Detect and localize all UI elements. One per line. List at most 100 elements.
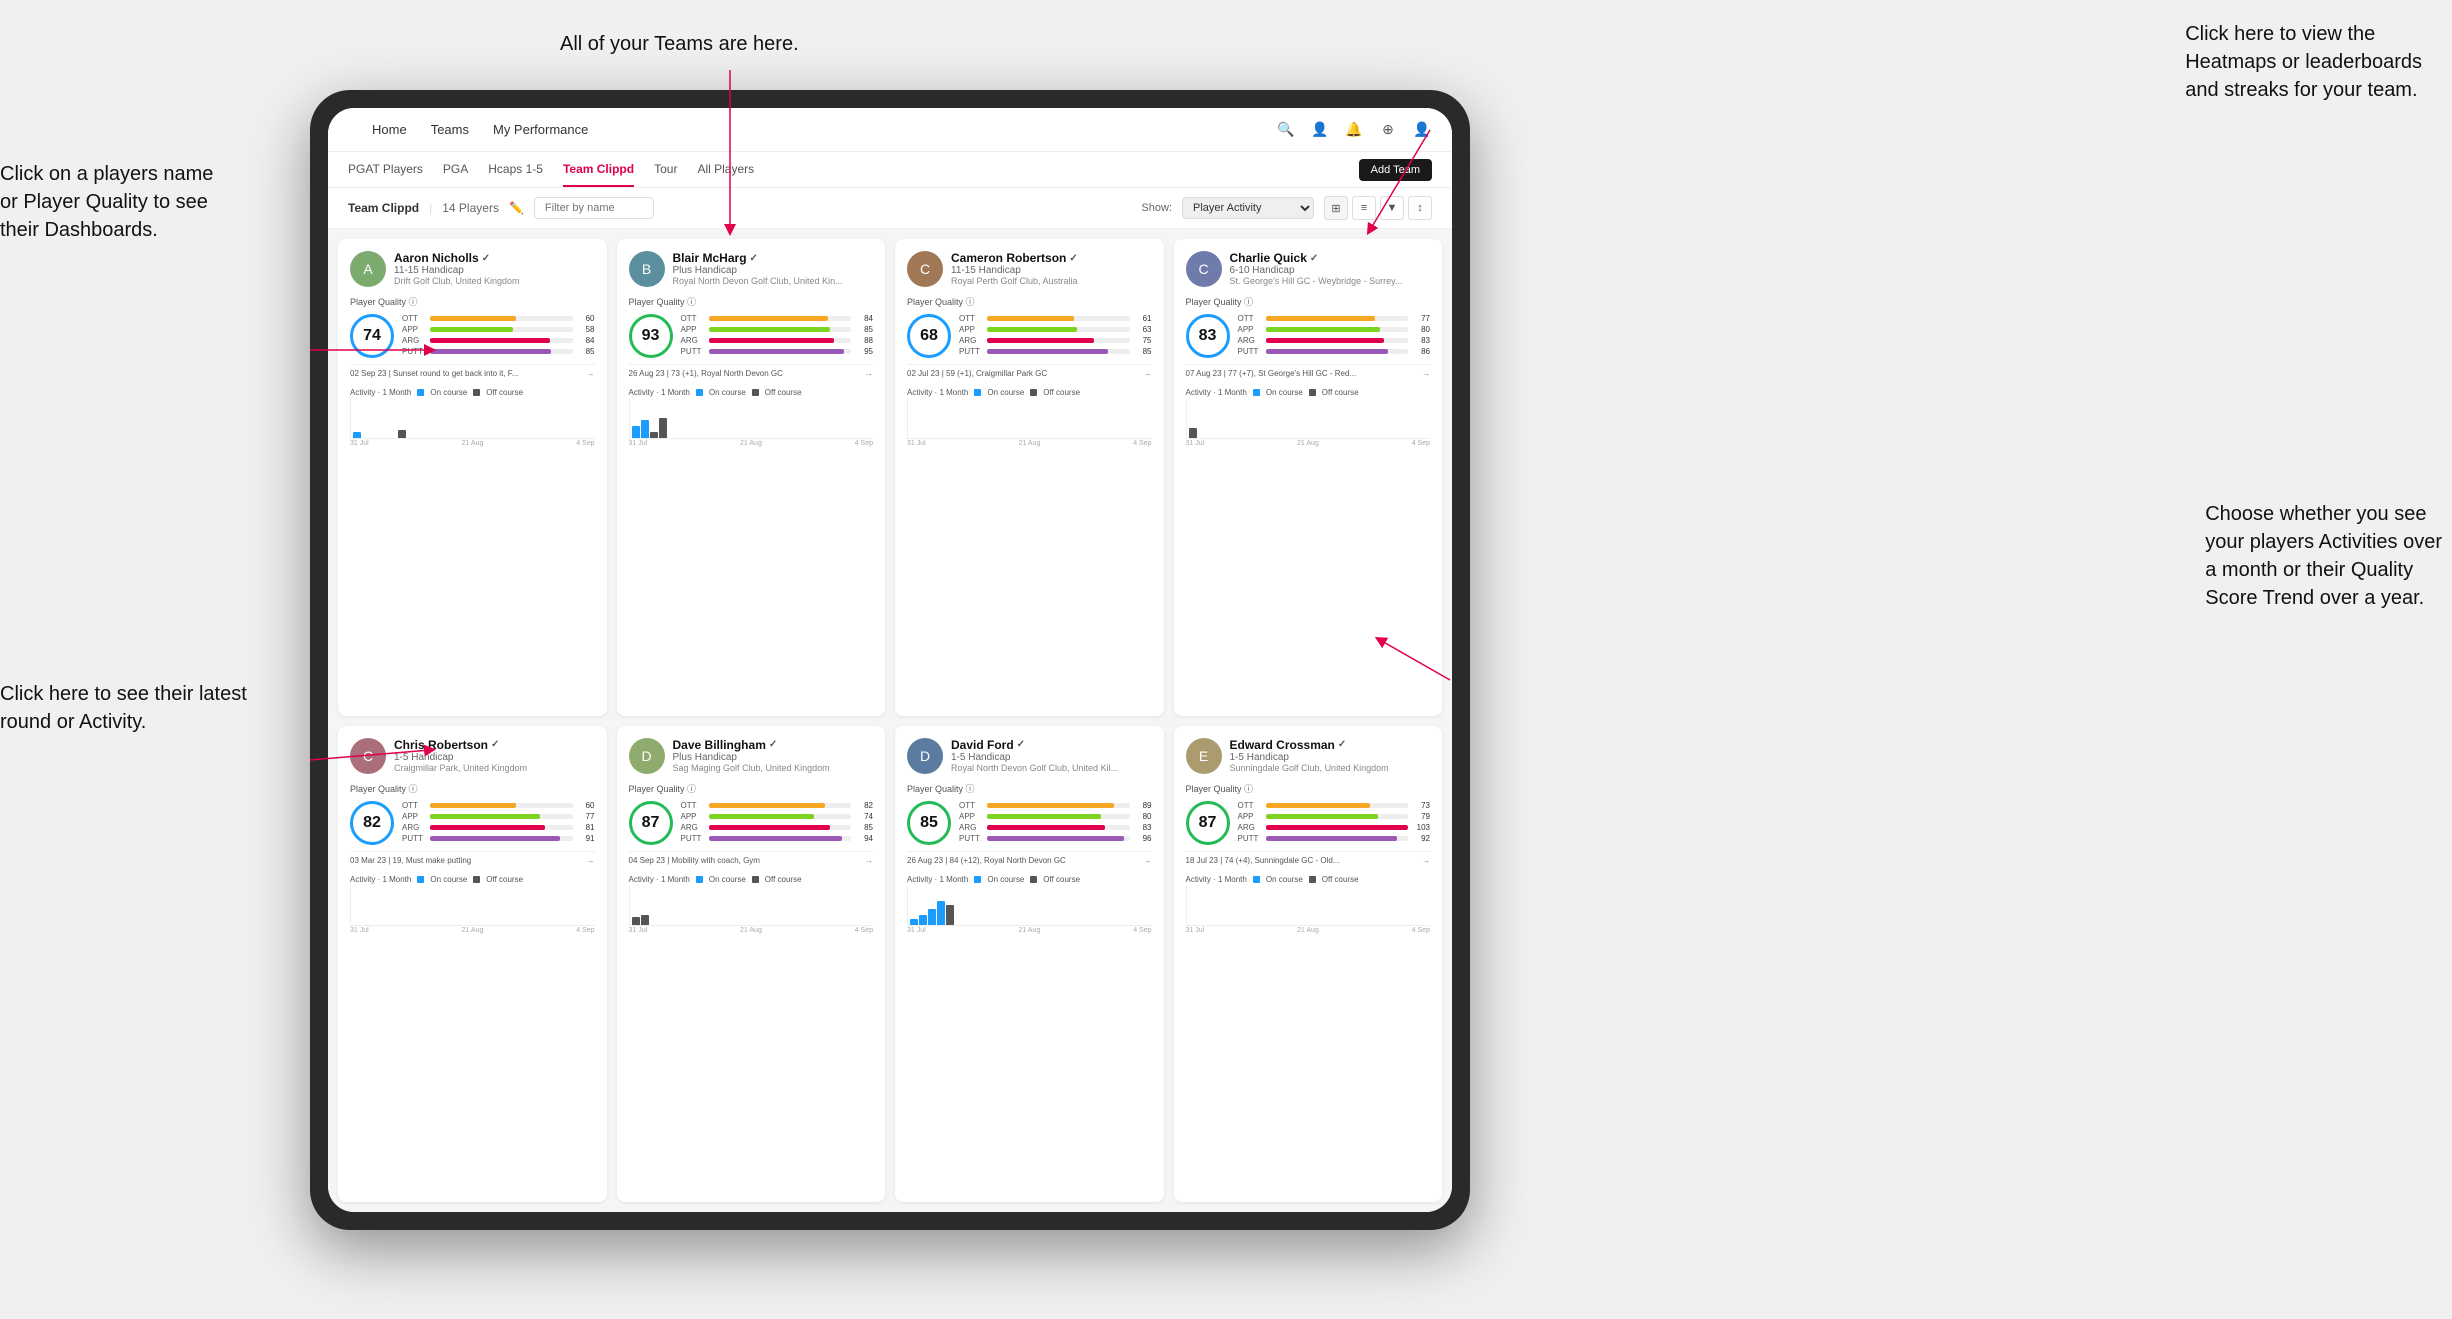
sub-tabs: PGAT Players PGA Hcaps 1-5 Team Clippd T… xyxy=(328,152,1452,188)
stats-list: OTT 60 APP 58 ARG 84 PUTT 85 xyxy=(402,314,595,358)
filter-input[interactable] xyxy=(534,197,654,219)
verified-icon: ✓ xyxy=(482,253,490,264)
latest-round[interactable]: 26 Aug 23 | 84 (+12), Royal North Devon … xyxy=(907,851,1152,865)
player-card[interactable]: C Charlie Quick ✓ 6-10 Handicap St. Geor… xyxy=(1174,239,1443,716)
stat-label: OTT xyxy=(959,314,983,323)
round-arrow-icon: → xyxy=(1144,856,1152,865)
stat-label: PUTT xyxy=(959,834,983,843)
search-icon[interactable]: 🔍 xyxy=(1276,120,1296,140)
notification-icon[interactable]: 🔔 xyxy=(1344,120,1364,140)
quality-circle[interactable]: 68 xyxy=(907,314,951,358)
player-card[interactable]: A Aaron Nicholls ✓ 11-15 Handicap Drift … xyxy=(338,239,607,716)
activity-section: Activity · 1 Month On course Off course … xyxy=(629,871,874,934)
stat-label: PUTT xyxy=(1238,834,1262,843)
quality-row: 87 OTT 73 APP 79 ARG 103 PUTT 92 xyxy=(1186,801,1431,845)
player-name[interactable]: David Ford ✓ xyxy=(951,738,1152,752)
stat-label: APP xyxy=(402,325,426,334)
on-course-text: On course xyxy=(709,388,746,397)
player-name[interactable]: Cameron Robertson ✓ xyxy=(951,251,1152,265)
filter-button[interactable]: ▼ xyxy=(1380,196,1404,220)
player-info: Charlie Quick ✓ 6-10 Handicap St. George… xyxy=(1230,251,1431,286)
show-select[interactable]: Player Activity Quality Score Trend xyxy=(1182,197,1314,219)
stat-value: 92 xyxy=(1412,834,1430,843)
latest-round[interactable]: 04 Sep 23 | Mobility with coach, Gym → xyxy=(629,851,874,865)
player-card[interactable]: C Chris Robertson ✓ 1-5 Handicap Craigmi… xyxy=(338,726,607,1203)
stat-value: 85 xyxy=(855,823,873,832)
activity-label: Activity · 1 Month xyxy=(629,875,690,884)
round-text: 26 Aug 23 | 84 (+12), Royal North Devon … xyxy=(907,856,1066,865)
tab-pga[interactable]: PGA xyxy=(443,152,468,187)
latest-round[interactable]: 02 Sep 23 | Sunset round to get back int… xyxy=(350,364,595,378)
annotation-heatmaps: Click here to view theHeatmaps or leader… xyxy=(2185,20,2422,104)
nav-teams[interactable]: Teams xyxy=(431,122,469,137)
stat-label: APP xyxy=(959,812,983,821)
player-card[interactable]: D Dave Billingham ✓ Plus Handicap Sag Ma… xyxy=(617,726,886,1203)
quality-circle[interactable]: 87 xyxy=(629,801,673,845)
latest-round[interactable]: 18 Jul 23 | 74 (+4), Sunningdale GC - Ol… xyxy=(1186,851,1431,865)
stat-label: OTT xyxy=(681,801,705,810)
player-name[interactable]: Aaron Nicholls ✓ xyxy=(394,251,595,265)
player-name[interactable]: Blair McHarg ✓ xyxy=(673,251,874,265)
quality-label: Player Quality ⓘ xyxy=(1186,782,1431,795)
quality-circle[interactable]: 85 xyxy=(907,801,951,845)
stat-row: APP 77 xyxy=(402,812,595,821)
quality-circle[interactable]: 93 xyxy=(629,314,673,358)
activity-header: Activity · 1 Month On course Off course xyxy=(1186,875,1431,884)
profile-icon[interactable]: 👤 xyxy=(1310,120,1330,140)
tab-pgat-players[interactable]: PGAT Players xyxy=(348,152,423,187)
stat-label: APP xyxy=(959,325,983,334)
activity-label: Activity · 1 Month xyxy=(350,388,411,397)
player-name[interactable]: Chris Robertson ✓ xyxy=(394,738,595,752)
quality-label: Player Quality ⓘ xyxy=(1186,295,1431,308)
activity-header: Activity · 1 Month On course Off course xyxy=(350,388,595,397)
player-card[interactable]: D David Ford ✓ 1-5 Handicap Royal North … xyxy=(895,726,1164,1203)
player-header: D Dave Billingham ✓ Plus Handicap Sag Ma… xyxy=(629,738,874,774)
edit-icon[interactable]: ✏️ xyxy=(509,201,524,215)
off-course-text: Off course xyxy=(1322,388,1359,397)
on-course-legend xyxy=(1253,876,1260,883)
view-icons: ⊞ ≡ ▼ ↕ xyxy=(1324,196,1432,220)
stats-list: OTT 73 APP 79 ARG 103 PUTT 92 xyxy=(1238,801,1431,845)
quality-circle[interactable]: 87 xyxy=(1186,801,1230,845)
quality-circle[interactable]: 83 xyxy=(1186,314,1230,358)
stats-list: OTT 60 APP 77 ARG 81 PUTT 91 xyxy=(402,801,595,845)
latest-round[interactable]: 07 Aug 23 | 77 (+7), St George's Hill GC… xyxy=(1186,364,1431,378)
list-view-button[interactable]: ≡ xyxy=(1352,196,1376,220)
player-handicap: 6-10 Handicap xyxy=(1230,265,1431,276)
stat-row: ARG 84 xyxy=(402,336,595,345)
quality-circle[interactable]: 74 xyxy=(350,314,394,358)
stat-label: OTT xyxy=(959,801,983,810)
player-name[interactable]: Dave Billingham ✓ xyxy=(673,738,874,752)
nav-my-performance[interactable]: My Performance xyxy=(493,122,588,137)
add-team-button[interactable]: Add Team xyxy=(1359,159,1432,181)
player-name[interactable]: Edward Crossman ✓ xyxy=(1230,738,1431,752)
latest-round[interactable]: 02 Jul 23 | 59 (+1), Craigmillar Park GC… xyxy=(907,364,1152,378)
avatar-icon[interactable]: 👤 xyxy=(1412,120,1432,140)
stat-row: OTT 60 xyxy=(402,801,595,810)
latest-round[interactable]: 03 Mar 23 | 19, Must make putting → xyxy=(350,851,595,865)
nav-home[interactable]: Home xyxy=(372,122,407,137)
player-card[interactable]: E Edward Crossman ✓ 1-5 Handicap Sunning… xyxy=(1174,726,1443,1203)
stat-label: PUTT xyxy=(959,347,983,356)
quality-row: 85 OTT 89 APP 80 ARG 83 PUTT 96 xyxy=(907,801,1152,845)
player-card[interactable]: B Blair McHarg ✓ Plus Handicap Royal Nor… xyxy=(617,239,886,716)
toolbar: Team Clippd | 14 Players ✏️ Show: Player… xyxy=(328,188,1452,229)
verified-icon: ✓ xyxy=(750,253,758,264)
off-course-legend xyxy=(473,876,480,883)
quality-circle[interactable]: 82 xyxy=(350,801,394,845)
player-card[interactable]: C Cameron Robertson ✓ 11-15 Handicap Roy… xyxy=(895,239,1164,716)
tab-team-clippd[interactable]: Team Clippd xyxy=(563,152,634,187)
tab-tour[interactable]: Tour xyxy=(654,152,677,187)
stat-value: 73 xyxy=(1412,801,1430,810)
grid-view-button[interactable]: ⊞ xyxy=(1324,196,1348,220)
player-name[interactable]: Charlie Quick ✓ xyxy=(1230,251,1431,265)
activity-section: Activity · 1 Month On course Off course … xyxy=(1186,384,1431,447)
latest-round[interactable]: 26 Aug 23 | 73 (+1), Royal North Devon G… xyxy=(629,364,874,378)
stat-value: 85 xyxy=(855,325,873,334)
tab-hcaps[interactable]: Hcaps 1-5 xyxy=(488,152,543,187)
on-course-legend xyxy=(417,876,424,883)
on-course-text: On course xyxy=(1266,388,1303,397)
settings-icon[interactable]: ⊕ xyxy=(1378,120,1398,140)
sort-button[interactable]: ↕ xyxy=(1408,196,1432,220)
tab-all-players[interactable]: All Players xyxy=(697,152,754,187)
